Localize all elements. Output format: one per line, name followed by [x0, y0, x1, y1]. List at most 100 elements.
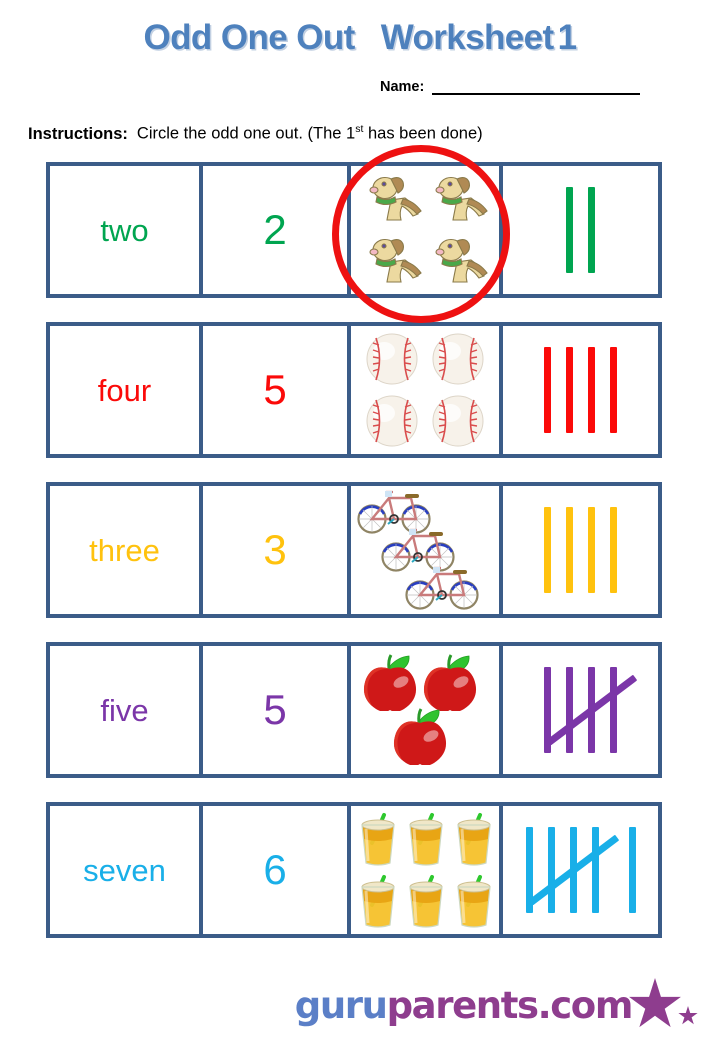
cell-numeral[interactable]: 5 — [203, 646, 351, 774]
tally-remainder-group — [544, 347, 617, 433]
picture-group — [351, 646, 499, 774]
juice-glass-icon — [450, 871, 498, 931]
tally-mark — [566, 507, 573, 593]
worksheet-row: five 5 — [46, 642, 662, 778]
apple-icon — [419, 649, 481, 712]
instructions-text-after: has been done) — [363, 124, 483, 143]
cell-numeral[interactable]: 5 — [203, 326, 351, 454]
baseball-icon — [364, 331, 420, 387]
tally-mark — [610, 507, 617, 593]
tally-mark — [591, 827, 599, 913]
picture-group — [351, 486, 499, 614]
numeral-text: 5 — [263, 686, 287, 733]
cell-numeral[interactable]: 2 — [203, 166, 351, 294]
logo-text-parents: parents.com — [386, 983, 634, 1027]
tally-remainder-group — [628, 827, 636, 913]
tally-group-of-five — [525, 827, 619, 913]
picture-group — [351, 806, 499, 934]
cell-tally[interactable] — [503, 486, 658, 614]
tally-remainder-group — [544, 507, 617, 593]
tally-mark — [566, 667, 573, 753]
star-icon-large — [629, 978, 681, 1028]
tally-mark — [547, 827, 555, 913]
tally-marks — [566, 187, 595, 273]
name-input-blank[interactable] — [432, 78, 641, 95]
instructions-row: Instructions: Circle the odd one out. (T… — [28, 123, 483, 144]
worksheet-header: Odd One Out Worksheet 1 Name: Instruction… — [0, 0, 720, 143]
logo-text-guru: guru — [294, 983, 388, 1027]
worksheet-row: two 2 — [46, 145, 662, 323]
baseball-icon — [430, 393, 486, 449]
numeral-text: 2 — [263, 206, 287, 253]
tally-mark — [566, 187, 573, 273]
tally-remainder-group — [566, 187, 595, 273]
name-label: Name: — [380, 79, 425, 95]
guruparents-logo[interactable]: guru parents.com — [295, 978, 702, 1032]
juice-glass-icon — [450, 809, 498, 869]
tally-mark — [566, 347, 573, 433]
picture-layout-diagonal — [354, 486, 496, 614]
cell-tally[interactable] — [503, 326, 658, 454]
worksheet-table: two 2 four 5 three 3 five 5 seven 6 — [46, 145, 662, 938]
instructions-text-before: Circle the odd one out. (The 1 — [136, 124, 356, 143]
worksheet-label: Worksheet — [380, 18, 555, 57]
juice-glass-icon — [402, 871, 450, 931]
apple-icon — [389, 703, 451, 766]
number-word-text: seven — [83, 852, 166, 888]
cell-picture[interactable] — [351, 806, 503, 934]
dog-icon — [361, 232, 423, 290]
name-field-row: Name: — [380, 78, 641, 95]
cell-picture[interactable] — [351, 326, 503, 454]
star-icon-small — [678, 1006, 698, 1025]
instructions-label: Instructions: — [28, 124, 128, 143]
picture-layout-grid2x2 — [359, 168, 491, 292]
instructions-text: Circle the odd one out. (The 1st has bee… — [137, 123, 483, 144]
number-word-text: two — [100, 212, 149, 248]
cell-picture[interactable] — [351, 486, 503, 614]
tally-marks — [544, 507, 617, 593]
cell-tally[interactable] — [503, 166, 658, 294]
picture-group — [351, 166, 499, 294]
worksheet-number: 1 — [557, 18, 577, 57]
footer: guru parents.com — [0, 978, 720, 1032]
cell-numeral[interactable]: 3 — [203, 486, 351, 614]
cell-number-word[interactable]: seven — [50, 806, 203, 934]
dog-icon — [427, 232, 489, 290]
picture-layout-grid2x2 — [359, 328, 491, 452]
numeral-text: 3 — [263, 526, 287, 573]
cell-number-word[interactable]: four — [50, 326, 203, 454]
baseball-icon — [364, 393, 420, 449]
tally-mark — [628, 827, 636, 913]
numeral-text: 6 — [263, 846, 287, 893]
picture-group — [351, 326, 499, 454]
cell-numeral[interactable]: 6 — [203, 806, 351, 934]
tally-mark — [588, 507, 595, 593]
tally-marks — [525, 827, 636, 913]
cell-picture[interactable] — [351, 646, 503, 774]
tally-mark — [588, 187, 595, 273]
cell-picture[interactable] — [332, 145, 510, 323]
cell-tally[interactable] — [503, 646, 658, 774]
numeral-text: 5 — [263, 366, 287, 413]
number-word-text: four — [97, 372, 152, 408]
picture-layout-grid3x2 — [354, 808, 496, 932]
worksheet-row: seven 6 — [46, 802, 662, 938]
cell-number-word[interactable]: five — [50, 646, 203, 774]
tally-group-of-five — [544, 667, 638, 753]
number-word-text: five — [100, 692, 149, 728]
cell-tally[interactable] — [503, 806, 658, 934]
juice-glass-icon — [354, 871, 402, 931]
worksheet-row: four 5 — [46, 322, 662, 458]
logo-stars — [628, 978, 702, 1032]
tally-mark — [544, 347, 551, 433]
tally-mark — [588, 347, 595, 433]
tally-mark — [610, 667, 617, 753]
worksheet-title: Worksheet 1 — [381, 18, 577, 58]
tally-mark — [544, 507, 551, 593]
cell-number-word[interactable]: three — [50, 486, 203, 614]
page-title: Odd One Out — [143, 18, 356, 57]
number-word-text: three — [89, 532, 160, 568]
apple-icon — [359, 649, 421, 712]
juice-glass-icon — [354, 809, 402, 869]
cell-number-word[interactable]: two — [50, 166, 203, 294]
